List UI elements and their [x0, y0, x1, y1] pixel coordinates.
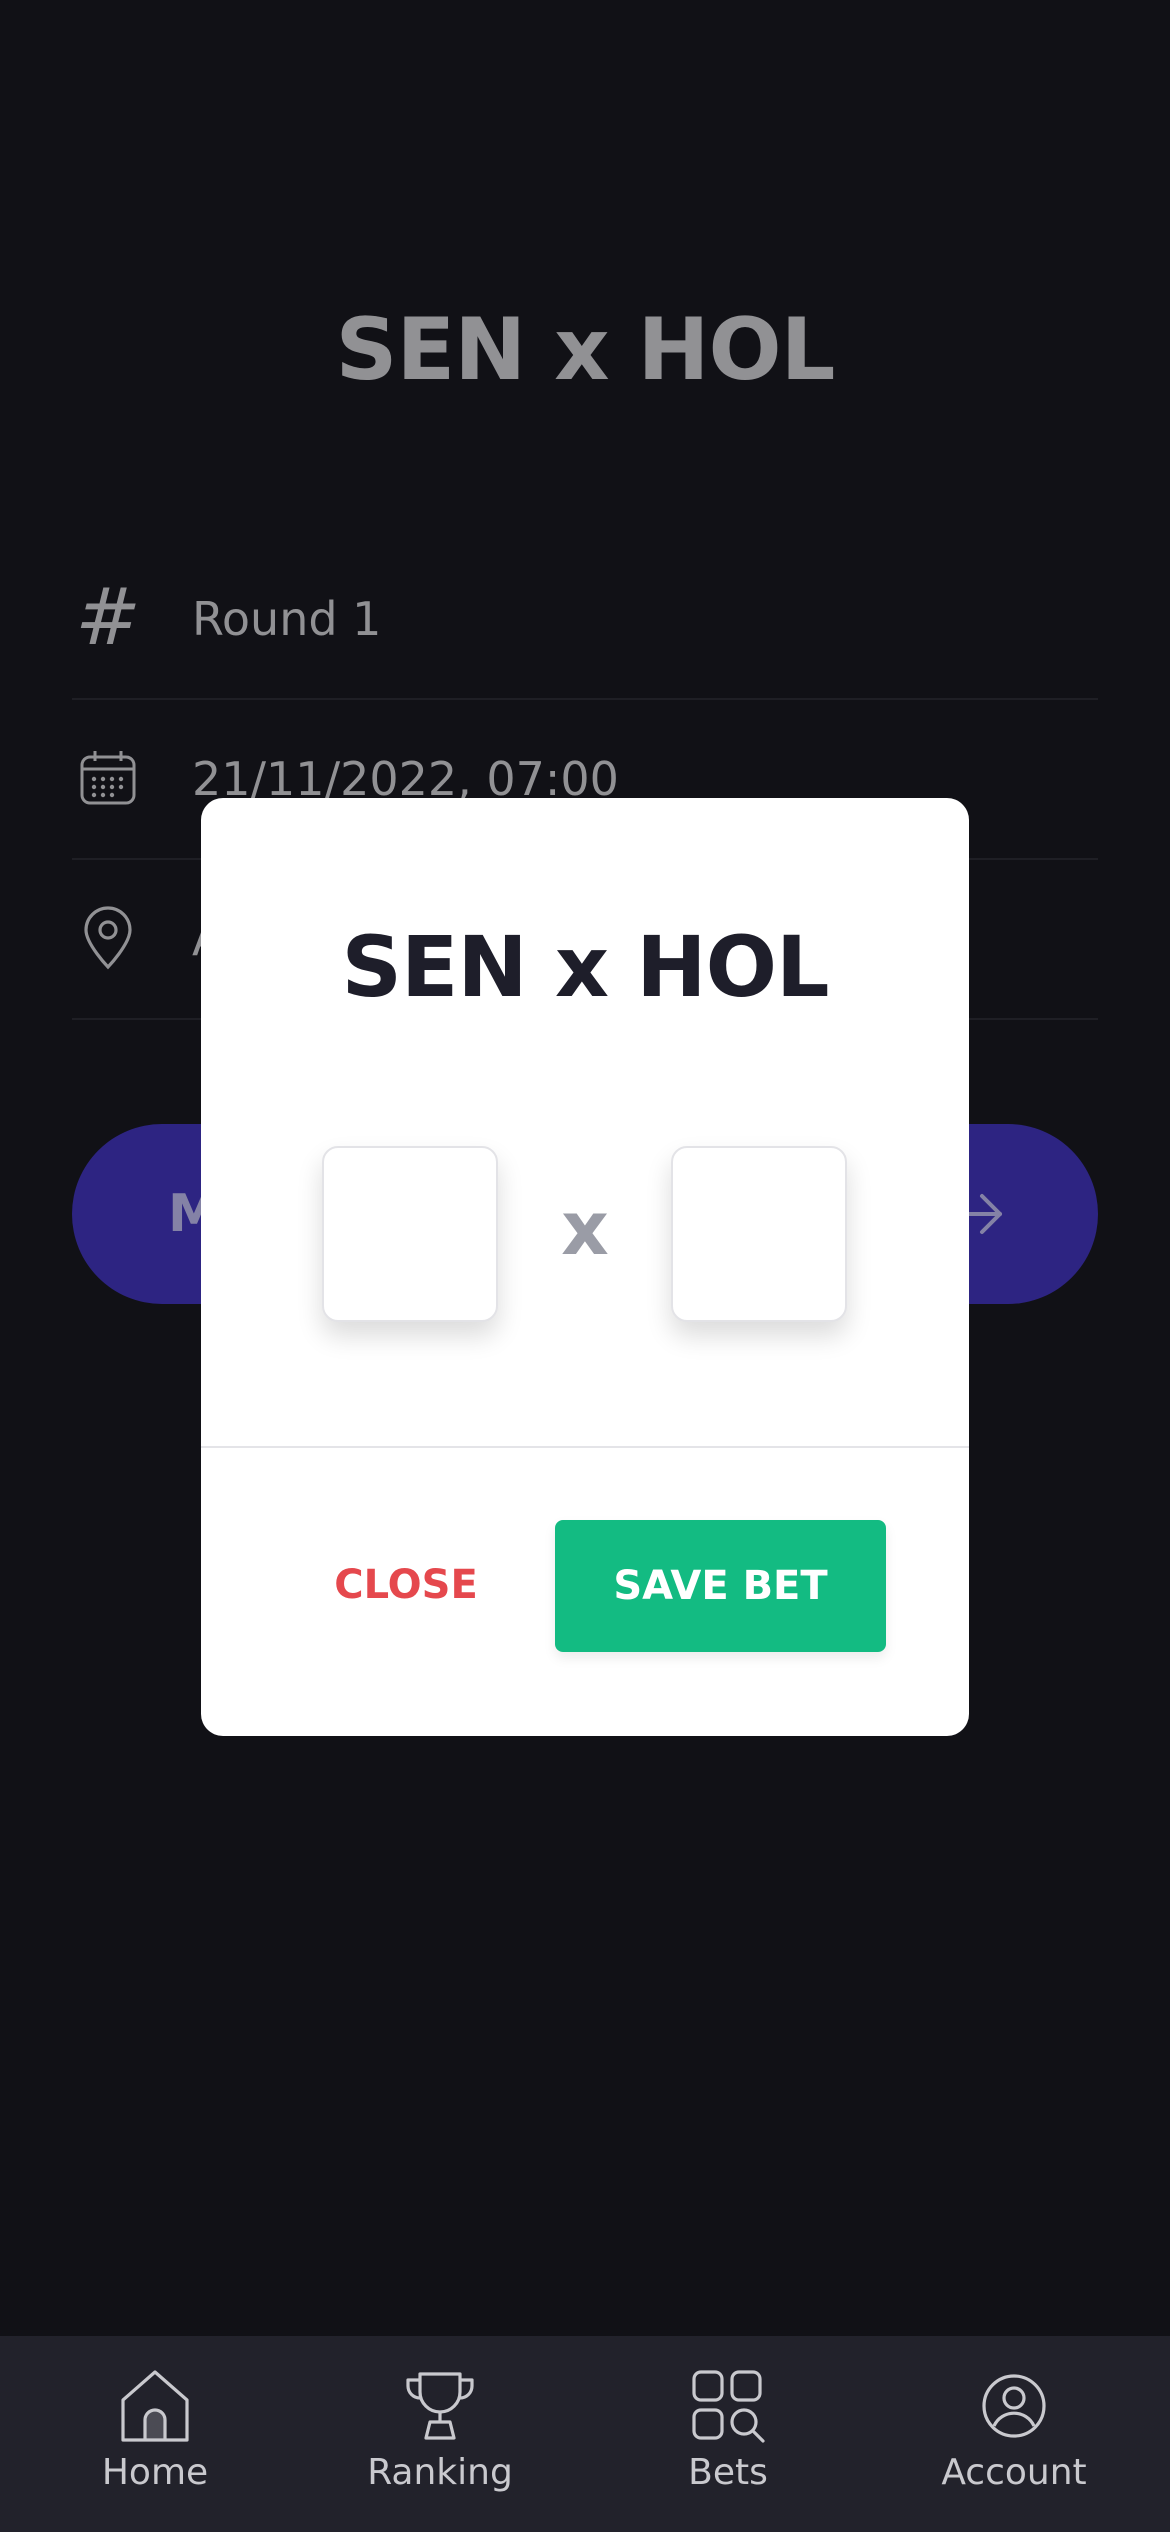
close-button[interactable]: CLOSE: [321, 1520, 491, 1650]
save-bet-button[interactable]: SAVE BET: [555, 1520, 886, 1652]
nav-item-bets[interactable]: Bets: [582, 2336, 874, 2532]
account-icon: [982, 2374, 1046, 2438]
bottom-navigation: Home Ranking Bets Account: [0, 2336, 1170, 2532]
away-score-input[interactable]: [671, 1146, 847, 1322]
nav-label-bets: Bets: [688, 2452, 768, 2493]
nav-item-account[interactable]: Account: [868, 2336, 1160, 2532]
nav-label-home: Home: [101, 2452, 209, 2493]
nav-item-ranking[interactable]: Ranking: [294, 2336, 586, 2532]
trophy-icon: [406, 2372, 474, 2440]
modal-divider: [201, 1446, 969, 1448]
nav-label-ranking: Ranking: [367, 2452, 513, 2493]
match-detail-screen: SEN x HOL # Round 1 21/11/2022, 07:00 M …: [0, 0, 1170, 2532]
modal-title: SEN x HOL: [341, 918, 829, 1016]
nav-item-home[interactable]: Home: [9, 2336, 301, 2532]
bet-modal: SEN x HOL x CLOSE SAVE BET: [201, 798, 969, 1736]
home-icon: [121, 2370, 189, 2442]
home-score-input[interactable]: [322, 1146, 498, 1322]
bets-grid-icon: [692, 2370, 765, 2443]
nav-label-account: Account: [941, 2452, 1087, 2493]
score-separator: x: [561, 1186, 609, 1272]
